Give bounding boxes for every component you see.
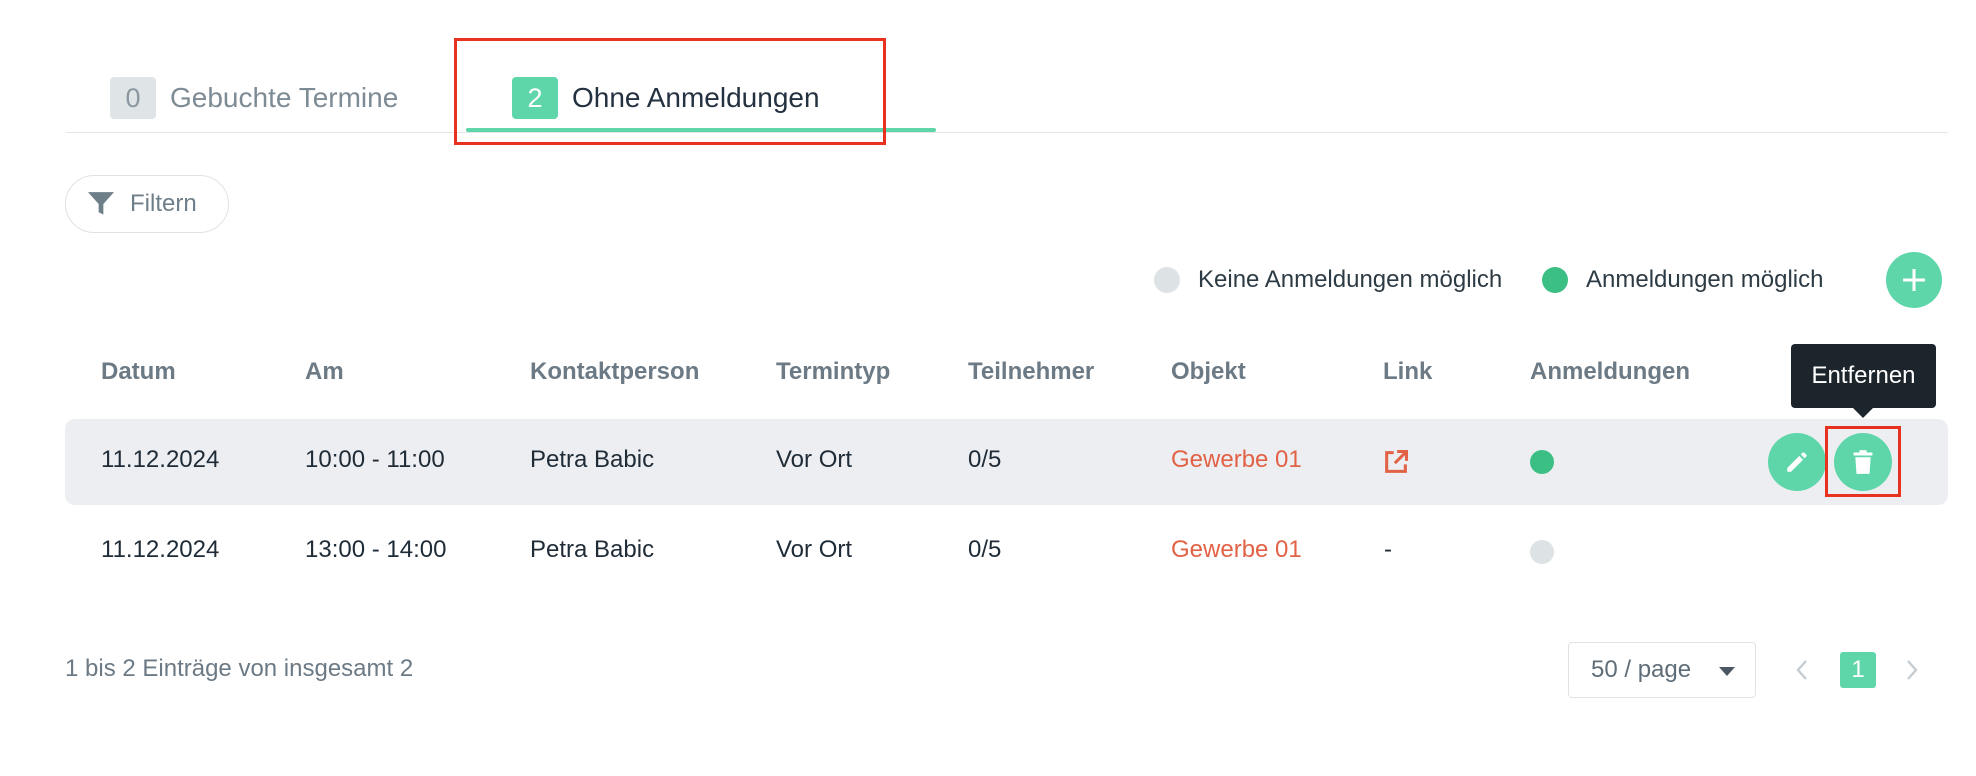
tab-bar: 0 Gebuchte Termine 2 Ohne Anmeldungen [66,38,1948,133]
filter-button[interactable]: Filtern [65,175,229,233]
delete-tooltip: Entfernen [1791,344,1936,408]
filter-label: Filtern [130,190,197,217]
tooltip-arrow [1853,408,1873,418]
tab-count-badge: 0 [110,77,156,119]
legend-possible: Anmeldungen möglich [1542,262,1823,298]
cell-termintyp: Vor Ort [776,446,853,473]
cell-kontaktperson: Petra Babic [530,446,655,473]
legend-dot-green [1542,267,1568,293]
active-tab-indicator [466,128,936,132]
caret-down-icon [1719,667,1735,676]
header-anmeldungen: Anmeldungen [1530,358,1690,385]
cell-am: 13:00 - 14:00 [305,536,447,563]
legend-label: Anmeldungen möglich [1586,266,1824,293]
tab-ohne-anmeldungen[interactable]: 2 Ohne Anmeldungen [512,74,820,122]
header-teilnehmer: Teilnehmer [968,358,1095,385]
header-am: Am [305,358,344,385]
tab-label: Ohne Anmeldungen [572,82,820,113]
cell-datum: 11.12.2024 [101,536,220,563]
header-termintyp: Termintyp [776,358,891,385]
cell-termintyp: Vor Ort [776,536,853,563]
chevron-right-icon [1907,660,1918,680]
plus-icon [1903,269,1925,291]
page-1-button[interactable]: 1 [1840,652,1876,688]
header-objekt: Objekt [1171,358,1246,385]
legend-none: Keine Anmeldungen möglich [1154,262,1502,298]
filter-icon [88,192,114,215]
cell-am: 10:00 - 11:00 [305,446,445,473]
legend-label: Keine Anmeldungen möglich [1198,266,1503,293]
prev-page-button[interactable] [1784,652,1820,688]
page-size-select[interactable]: 50 / page [1568,642,1756,698]
cell-objekt-link[interactable]: Gewerbe 01 [1171,446,1302,474]
entries-summary: 1 bis 2 Einträge von insgesamt 2 [65,655,414,682]
header-kontaktperson: Kontaktperson [530,358,700,385]
cell-teilnehmer: 0/5 [968,536,1002,563]
status-dot-green [1530,450,1554,474]
legend-dot-grey [1154,267,1180,293]
next-page-button[interactable] [1894,652,1930,688]
tab-count-badge: 2 [512,77,558,119]
cell-datum: 11.12.2024 [101,446,220,473]
trash-icon [1853,450,1873,474]
cell-objekt-link[interactable]: Gewerbe 01 [1171,536,1302,564]
cell-link-empty: - [1384,536,1392,563]
cell-kontaktperson: Petra Babic [530,536,655,563]
header-datum: Datum [101,358,176,385]
chevron-left-icon [1796,660,1807,680]
pencil-icon [1787,452,1807,472]
tab-gebuchte-termine[interactable]: 0 Gebuchte Termine [110,74,398,122]
tab-label: Gebuchte Termine [170,82,399,113]
add-button[interactable] [1886,252,1942,308]
cell-teilnehmer: 0/5 [968,446,1002,473]
status-dot-grey [1530,540,1554,564]
edit-button[interactable] [1768,433,1826,491]
header-link: Link [1383,358,1433,385]
page-size-value: 50 / page [1591,656,1692,683]
external-link-icon[interactable] [1382,448,1410,476]
delete-button[interactable] [1834,433,1892,491]
